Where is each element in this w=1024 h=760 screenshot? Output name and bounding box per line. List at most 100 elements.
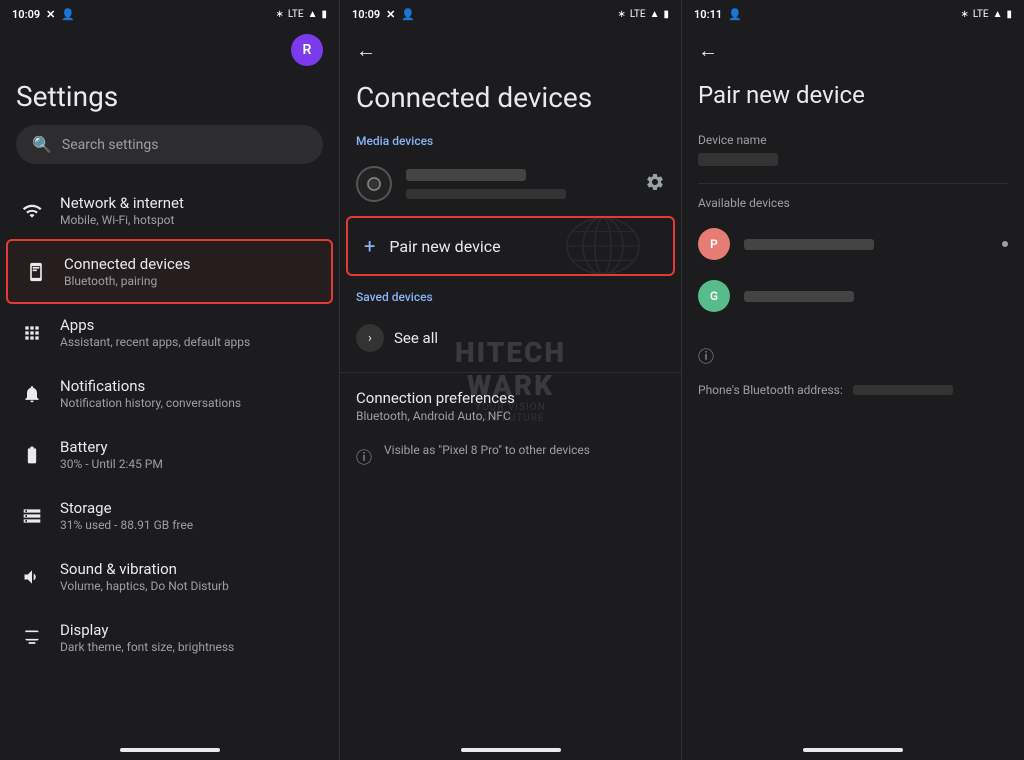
sidebar-item-display[interactable]: Display Dark theme, font size, brightnes… — [4, 607, 335, 668]
see-all-button[interactable]: › See all — [340, 312, 681, 364]
notifications-subtitle: Notification history, conversations — [60, 396, 241, 410]
device-name-label: Device name — [698, 133, 1008, 147]
connected-devices-panel: 10:09 ✕ 👤 ∗ LTE ▲ ▮ ← Connected devices … — [340, 0, 682, 760]
bottom-nav-bar-right — [803, 748, 903, 752]
avatar[interactable]: R — [291, 34, 323, 66]
back-button-mid[interactable]: ← — [340, 28, 681, 73]
avatar-bar: R — [0, 28, 339, 72]
device-info — [406, 169, 631, 199]
page-title-connected: Connected devices — [340, 73, 681, 126]
status-right-mid: ∗ LTE ▲ ▮ — [617, 9, 669, 20]
conn-pref-subtitle: Bluetooth, Android Auto, NFC — [356, 409, 665, 423]
avail-device-avatar-2: G — [698, 280, 730, 312]
bluetooth-icon-mid: ∗ — [617, 9, 625, 20]
notifications-title: Notifications — [60, 377, 241, 395]
back-button-right[interactable]: ← — [682, 28, 1024, 73]
time-left: 10:09 — [12, 8, 40, 21]
media-devices-label: Media devices — [340, 126, 681, 154]
back-arrow-mid: ← — [356, 38, 376, 63]
device-name — [406, 169, 526, 181]
battery-icon-right: ▮ — [1006, 9, 1012, 20]
signal-icon-right: ▲ — [993, 9, 1003, 20]
time-right: 10:11 — [694, 8, 722, 21]
person-icon-mid: 👤 — [401, 8, 415, 21]
battery-icon-mid: ▮ — [663, 9, 669, 20]
status-right-left: ∗ LTE ▲ ▮ — [275, 9, 327, 20]
battery-icon — [20, 443, 44, 467]
bottom-nav-bar-mid — [461, 748, 561, 752]
sidebar-item-connected[interactable]: Connected devices Bluetooth, pairing — [8, 241, 331, 302]
visible-text: Visible as "Pixel 8 Pro" to other device… — [384, 443, 590, 457]
network-subtitle: Mobile, Wi-Fi, hotspot — [60, 213, 184, 227]
conn-pref-title: Connection preferences — [356, 389, 665, 407]
network-title: Network & internet — [60, 194, 184, 212]
lte-indicator-mid: LTE — [630, 9, 646, 20]
signal-icon: ▲ — [308, 9, 318, 20]
status-bar-left: 10:09 ✕ 👤 ∗ LTE ▲ ▮ — [0, 0, 339, 28]
available-device-1[interactable]: P — [682, 218, 1024, 270]
connected-subtitle: Bluetooth, pairing — [64, 274, 191, 288]
bell-icon — [20, 382, 44, 406]
device-name-field: Device name — [682, 125, 1024, 183]
display-icon — [20, 626, 44, 650]
network-item-text: Network & internet Mobile, Wi-Fi, hotspo… — [60, 194, 184, 227]
person-icon-right: 👤 — [728, 8, 742, 21]
sidebar-item-notifications[interactable]: Notifications Notification history, conv… — [4, 363, 335, 424]
sidebar-item-storage[interactable]: Storage 31% used - 88.91 GB free — [4, 485, 335, 546]
status-time-left: 10:09 ✕ 👤 — [12, 8, 75, 21]
x-icon: ✕ — [46, 8, 55, 21]
device-detail — [406, 189, 566, 199]
sidebar-item-sound[interactable]: Sound & vibration Volume, haptics, Do No… — [4, 546, 335, 607]
see-all-text: See all — [394, 329, 438, 347]
storage-subtitle: 31% used - 88.91 GB free — [60, 518, 193, 532]
pair-new-device-title: Pair new device — [682, 73, 1024, 125]
device-indicator-1 — [1002, 241, 1008, 247]
avail-device-avatar-1: P — [698, 228, 730, 260]
avail-device-name-2 — [744, 291, 854, 302]
saved-devices-label: Saved devices — [356, 290, 433, 304]
status-bar-right: 10:11 👤 ∗ LTE ▲ ▮ — [682, 0, 1024, 28]
person-icon: 👤 — [61, 8, 75, 21]
saved-devices-section: Saved devices — [340, 278, 681, 312]
battery-item-text: Battery 30% - Until 2:45 PM — [60, 438, 163, 471]
available-device-2[interactable]: G — [682, 270, 1024, 322]
sound-title: Sound & vibration — [60, 560, 229, 578]
status-time-right: 10:11 👤 — [694, 8, 742, 21]
display-item-text: Display Dark theme, font size, brightnes… — [60, 621, 234, 654]
info-icon-right: ⓘ — [698, 343, 714, 367]
signal-icon-mid: ▲ — [650, 9, 660, 20]
connection-preferences-section[interactable]: Connection preferences Bluetooth, Androi… — [340, 372, 681, 427]
media-device-item[interactable] — [340, 154, 681, 214]
avail-device-name-1 — [744, 239, 874, 250]
settings-panel: 10:09 ✕ 👤 ∗ LTE ▲ ▮ R Settings 🔍 Search … — [0, 0, 340, 760]
visible-as-section: ⓘ Visible as "Pixel 8 Pro" to other devi… — [340, 427, 681, 476]
plus-icon: + — [364, 234, 375, 258]
settings-list: Network & internet Mobile, Wi-Fi, hotspo… — [0, 180, 339, 740]
sidebar-item-apps[interactable]: Apps Assistant, recent apps, default app… — [4, 302, 335, 363]
page-title-settings: Settings — [0, 72, 339, 125]
info-section: ⓘ — [682, 338, 1024, 371]
storage-icon — [20, 504, 44, 528]
available-devices-label: Available devices — [682, 184, 1024, 218]
battery-subtitle: 30% - Until 2:45 PM — [60, 457, 163, 471]
status-time-mid: 10:09 ✕ 👤 — [352, 8, 415, 21]
pair-new-device-button[interactable]: + Pair new device — [348, 218, 673, 274]
device-settings-icon[interactable] — [645, 172, 665, 197]
device-avatar — [356, 166, 392, 202]
sidebar-item-battery[interactable]: Battery 30% - Until 2:45 PM — [4, 424, 335, 485]
status-right-right: ∗ LTE ▲ ▮ — [960, 9, 1012, 20]
bt-address-section: Phone's Bluetooth address: — [682, 371, 1024, 409]
apps-title: Apps — [60, 316, 250, 334]
connected-item-text: Connected devices Bluetooth, pairing — [64, 255, 191, 288]
globe-watermark — [563, 218, 643, 274]
search-bar[interactable]: 🔍 Search settings — [16, 125, 323, 164]
time-mid: 10:09 — [352, 8, 380, 21]
lte-indicator-right: LTE — [973, 9, 989, 20]
pair-new-device-panel: 10:11 👤 ∗ LTE ▲ ▮ ← Pair new device Devi… — [682, 0, 1024, 760]
notifications-item-text: Notifications Notification history, conv… — [60, 377, 241, 410]
sidebar-item-network[interactable]: Network & internet Mobile, Wi-Fi, hotspo… — [4, 180, 335, 241]
search-placeholder: Search settings — [62, 137, 159, 153]
bt-address-label: Phone's Bluetooth address: — [698, 383, 843, 397]
bottom-nav-bar — [120, 748, 220, 752]
bluetooth-icon-right: ∗ — [960, 9, 968, 20]
